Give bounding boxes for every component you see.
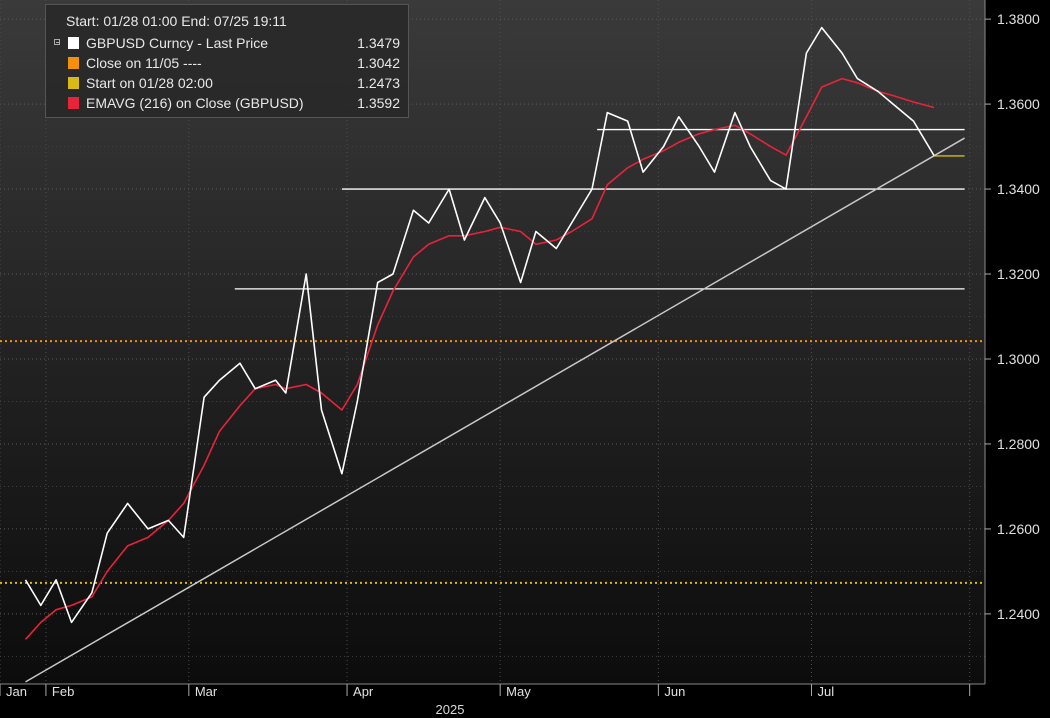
legend-label: Start on 01/28 02:00 [86, 75, 213, 91]
y-tick-label: 1.3600 [997, 96, 1040, 112]
legend-entry-start: Start on 01/28 02:00 1.2473 [54, 75, 400, 93]
legend-swatch-start [68, 77, 79, 89]
x-tick-label: Apr [353, 684, 374, 699]
x-tick-label: Jul [817, 684, 834, 699]
legend-label: GBPUSD Curncy - Last Price [86, 35, 269, 51]
legend-entry-close: Close on 11/05 ---- 1.3042 [54, 55, 400, 73]
legend-label: EMAVG (216) on Close (GBPUSD) [86, 95, 304, 111]
legend-value: 1.2473 [357, 75, 400, 91]
x-axis-label: 2025 [436, 702, 465, 717]
x-tick-label: May [506, 684, 531, 699]
y-tick-label: 1.3200 [997, 266, 1040, 282]
y-tick-label: 1.3800 [997, 11, 1040, 27]
y-tick-label: 1.2400 [997, 606, 1040, 622]
legend-swatch-emavg [68, 97, 79, 109]
legend-header: Start: 01/28 01:00 End: 07/25 19:11 [66, 13, 287, 29]
x-tick-label: Jan [6, 684, 27, 699]
y-tick-label: 1.2800 [997, 436, 1040, 452]
collapse-box-icon[interactable] [54, 39, 60, 45]
legend-entry-emavg: EMAVG (216) on Close (GBPUSD) 1.3592 [54, 95, 400, 113]
legend-value: 1.3592 [357, 95, 400, 111]
legend-value: 1.3042 [357, 55, 400, 71]
y-tick-label: 1.2600 [997, 521, 1040, 537]
chart-legend: Start: 01/28 01:00 End: 07/25 19:11 GBPU… [45, 4, 409, 118]
y-tick-label: 1.3400 [997, 181, 1040, 197]
y-tick-label: 1.3000 [997, 351, 1040, 367]
x-tick-label: Jun [664, 684, 685, 699]
legend-entry-last-price: GBPUSD Curncy - Last Price 1.3479 [54, 35, 400, 53]
x-axis-background [0, 684, 985, 718]
legend-swatch-close [68, 57, 79, 69]
x-tick-label: Mar [195, 684, 218, 699]
x-tick-label: Feb [52, 684, 74, 699]
legend-label: Close on 11/05 ---- [86, 55, 202, 71]
legend-value: 1.3479 [357, 35, 400, 51]
legend-swatch-last-price [68, 37, 79, 49]
